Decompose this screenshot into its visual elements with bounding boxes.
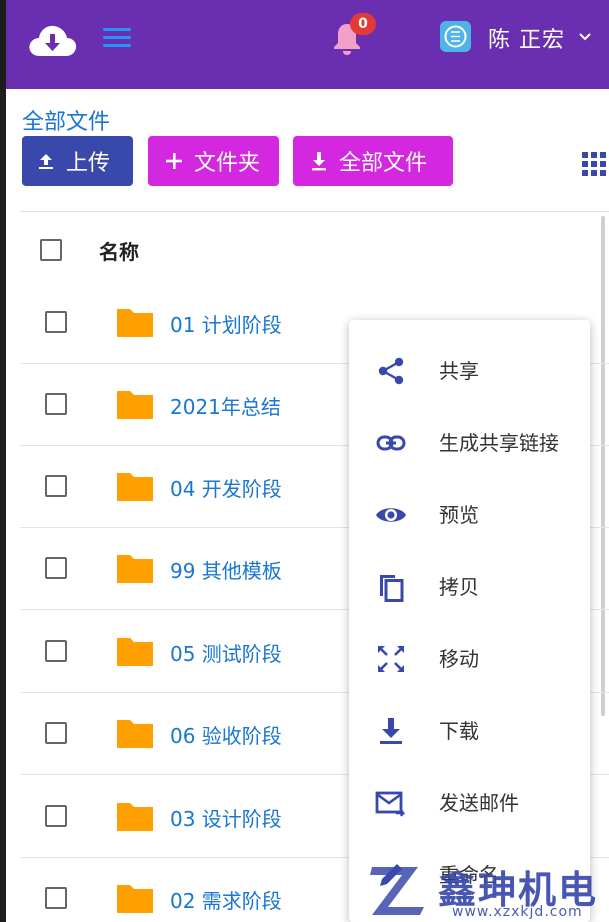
menu-item-send-email[interactable]: 发送邮件 [349,765,590,837]
row-checkbox[interactable] [45,640,67,662]
row-checkbox[interactable] [45,311,67,333]
folder-icon [117,473,153,501]
row-checkbox[interactable] [45,557,67,579]
row-name[interactable]: 02 需求阶段 [170,885,282,914]
plus-icon [166,153,182,169]
watermark: 鑫珅机电 www.xzxkjd.com [368,857,609,922]
menu-item-copy[interactable]: 拷贝 [349,549,590,621]
breadcrumb[interactable]: 全部文件 [22,104,110,136]
row-name[interactable]: 99 其他模板 [170,555,282,584]
notification-badge: 0 [350,13,376,35]
folder-icon [117,555,153,583]
user-name[interactable]: 陈 正宏 [488,22,565,54]
row-name[interactable]: 04 开发阶段 [170,473,282,502]
cloud-download-icon[interactable] [26,20,78,60]
brand-logo-icon [370,867,424,915]
row-checkbox[interactable] [45,887,67,909]
new-folder-button-label: 文件夹 [194,151,261,176]
context-menu: 共享 生成共享链接 预览 拷贝 移动 下载 发送邮件 重命名 [349,320,590,922]
menu-item-label: 移动 [439,647,479,671]
row-checkbox[interactable] [45,805,67,827]
upload-button-label: 上传 [66,151,111,176]
eye-icon [376,508,406,522]
hamburger-menu-icon[interactable] [103,28,131,48]
row-checkbox[interactable] [45,475,67,497]
folder-icon [117,720,153,748]
chevron-down-icon[interactable] [578,32,592,42]
download-icon [312,152,326,171]
menu-item-label: 发送邮件 [439,791,519,815]
row-name[interactable]: 06 验收阶段 [170,720,282,749]
window-edge [0,0,6,922]
row-name[interactable]: 01 计划阶段 [170,309,282,338]
grid-view-icon[interactable] [582,152,606,176]
email-icon [375,791,406,817]
avatar[interactable] [440,21,471,52]
download-all-button-label: 全部文件 [339,151,428,176]
upload-icon [39,154,53,169]
share-icon [378,357,404,385]
row-name[interactable]: 03 设计阶段 [170,803,282,832]
download-all-button[interactable]: 全部文件 [293,136,453,186]
folder-icon [117,638,153,666]
move-icon [378,646,404,672]
menu-item-label: 生成共享链接 [439,431,559,455]
menu-item-share-link[interactable]: 生成共享链接 [349,405,590,477]
row-name[interactable]: 05 测试阶段 [170,638,282,667]
row-name[interactable]: 2021年总结 [170,391,281,420]
folder-icon [117,391,153,419]
menu-item-move[interactable]: 移动 [349,621,590,693]
new-folder-button[interactable]: 文件夹 [148,136,279,186]
column-header-name[interactable]: 名称 [99,236,139,265]
row-checkbox[interactable] [45,722,67,744]
folder-icon [117,309,153,337]
upload-button[interactable]: 上传 [22,136,133,186]
link-icon [376,435,406,451]
select-all-checkbox[interactable] [40,239,62,261]
menu-item-download[interactable]: 下载 [349,693,590,765]
download-icon [380,718,402,744]
menu-item-label: 共享 [439,359,479,383]
folder-icon [117,803,153,831]
menu-item-preview[interactable]: 预览 [349,477,590,549]
watermark-url: www.xzxkjd.com [452,904,583,920]
menu-item-share[interactable]: 共享 [349,333,590,405]
folder-icon [117,885,153,913]
copy-icon [380,575,404,602]
menu-item-label: 下载 [439,719,479,743]
row-checkbox[interactable] [45,393,67,415]
menu-item-label: 预览 [439,503,479,527]
table-divider [20,211,609,212]
menu-item-label: 拷贝 [439,575,479,599]
